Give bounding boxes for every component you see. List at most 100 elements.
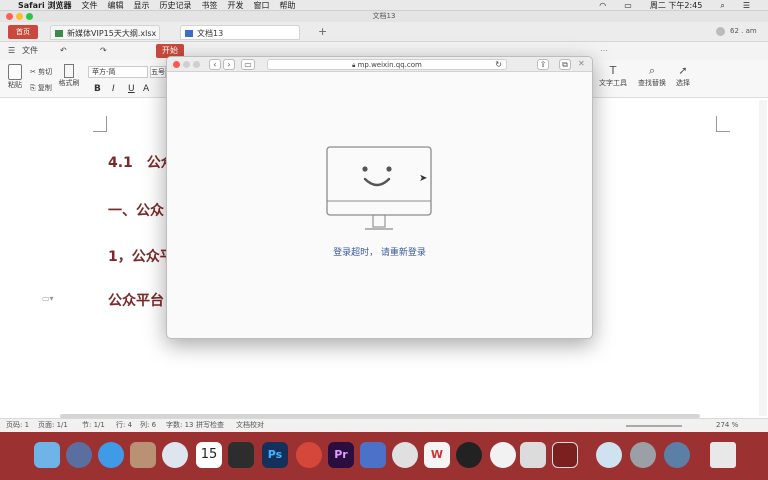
dock: 15 Ps Pr W [0, 432, 768, 480]
find-replace-label: 查找替换 [638, 79, 666, 87]
keynote-icon[interactable] [360, 442, 386, 468]
doc-heading-3[interactable]: 1，公众平 [108, 246, 174, 266]
tab-spreadsheet[interactable]: 新媒体VIP15天大纲.xlsx [50, 25, 160, 40]
menu-list-icon[interactable]: ☰ [8, 42, 15, 60]
copy-button[interactable]: ⎘ 复制 [30, 83, 52, 93]
premiere-icon[interactable]: Pr [328, 442, 354, 468]
address-url: mp.weixin.qq.com [357, 61, 422, 69]
chrome-icon[interactable] [296, 442, 322, 468]
popup-minimize-button[interactable] [183, 61, 190, 68]
share-button[interactable]: ⇪ [537, 59, 549, 70]
bold-button[interactable]: B [94, 84, 101, 94]
battery-icon[interactable]: ▭ [624, 0, 632, 11]
cut-button[interactable]: ✂ 剪切 [30, 67, 52, 77]
cut-label: 剪切 [38, 68, 53, 76]
format-painter-label: 格式刷 [58, 79, 80, 87]
window-title-bar: 文档13 [0, 11, 768, 22]
tab-document[interactable]: 文档13 [180, 25, 300, 40]
calendar-icon[interactable]: 15 [196, 442, 222, 468]
format-painter-button[interactable]: 格式刷 [56, 64, 82, 94]
text-color-button[interactable]: A [143, 84, 149, 94]
app-blue-icon[interactable] [664, 442, 690, 468]
menu-history[interactable]: 历史记录 [160, 0, 192, 11]
text-tools-button[interactable]: T 文字工具 [596, 64, 630, 94]
paste-button[interactable]: 粘贴 [4, 64, 26, 94]
wechat-icon[interactable] [490, 442, 516, 468]
spreadsheet-icon [55, 30, 63, 37]
italic-button[interactable]: I [112, 84, 115, 94]
window-min-dot[interactable] [16, 13, 23, 20]
menu-bar: Safari 浏览器 文件 编辑 显示 历史记录 书签 开发 窗口 帮助 ◠ ▭… [0, 0, 768, 11]
popup-zoom-button[interactable] [193, 61, 200, 68]
popup-close-x-icon[interactable]: ✕ [578, 59, 585, 68]
status-backup[interactable]: 文档校对 [236, 419, 264, 432]
menu-bookmarks[interactable]: 书签 [202, 0, 218, 11]
spotlight-icon[interactable]: ⌕ [720, 0, 724, 11]
address-bar[interactable]: 🔒︎ mp.weixin.qq.com ↻ [267, 59, 507, 70]
status-words: 字数: 13 [166, 421, 194, 429]
back-button[interactable]: ‹ [209, 59, 221, 70]
menu-list-icon[interactable]: ☰ [743, 0, 750, 11]
ribbon-file[interactable]: 文件 [22, 42, 38, 60]
window-max-dot[interactable] [26, 13, 33, 20]
doc-heading-4[interactable]: 公众平台 [108, 290, 164, 310]
zoom-level[interactable]: 274 % [716, 419, 738, 432]
app-teal-icon[interactable] [596, 442, 622, 468]
ribbon-more[interactable]: ⋯ [600, 42, 608, 60]
app-dots-icon[interactable] [520, 442, 546, 468]
paragraph-handle-icon[interactable]: ▭▾ [42, 294, 54, 303]
tabs-overview-button[interactable]: ⧉ [559, 59, 571, 70]
trash-icon[interactable] [710, 442, 736, 468]
sidebar-button[interactable]: ▭ [241, 59, 255, 70]
menu-file[interactable]: 文件 [82, 0, 98, 11]
undo-icon[interactable]: ↶ [60, 42, 67, 60]
document-icon [185, 30, 193, 37]
reload-icon[interactable]: ↻ [495, 60, 502, 70]
doc-heading-2[interactable]: 一、公众 [108, 200, 164, 220]
system-prefs-icon[interactable] [630, 442, 656, 468]
menu-edit[interactable]: 编辑 [108, 0, 124, 11]
menu-window[interactable]: 窗口 [254, 0, 270, 11]
doc-heading-1[interactable]: 4.1 公众 [108, 152, 175, 172]
wps-icon[interactable]: W [424, 442, 450, 468]
photo-icon[interactable] [130, 442, 156, 468]
paste-label: 粘贴 [8, 81, 22, 89]
new-tab-button[interactable]: + [318, 25, 327, 39]
book-icon[interactable] [552, 442, 578, 468]
monitor-smiley-icon [326, 146, 432, 230]
font-size-select[interactable]: 五号 [150, 66, 166, 78]
menu-help[interactable]: 帮助 [280, 0, 296, 11]
underline-button[interactable]: U [128, 84, 135, 94]
forward-button[interactable]: › [223, 59, 235, 70]
tab-document-label: 文档13 [197, 29, 224, 38]
finder-icon[interactable] [34, 442, 60, 468]
safari-icon[interactable] [162, 442, 188, 468]
avatar[interactable] [716, 27, 725, 36]
menu-develop[interactable]: 开发 [228, 0, 244, 11]
vertical-scrollbar[interactable] [759, 100, 767, 416]
select-label: 选择 [676, 79, 690, 87]
page-corner-mark-tr [716, 116, 730, 132]
app-round-icon[interactable] [392, 442, 418, 468]
status-spell[interactable]: 拼写检查 [196, 419, 224, 432]
find-replace-button[interactable]: ⌕ 查找替换 [634, 64, 670, 94]
tab-home[interactable]: 首页 [8, 25, 38, 39]
launchpad-icon[interactable] [66, 442, 92, 468]
clock[interactable]: 周二 下午2:45 [650, 0, 703, 11]
zoom-slider[interactable] [626, 425, 682, 427]
wifi-icon[interactable]: ◠ [599, 0, 606, 11]
qq-icon[interactable] [456, 442, 482, 468]
photoshop-icon[interactable]: Ps [262, 442, 288, 468]
menu-app-safari[interactable]: Safari 浏览器 [18, 0, 72, 11]
select-button[interactable]: ➚ 选择 [672, 64, 694, 94]
window-close-dot[interactable] [6, 13, 13, 20]
font-select[interactable]: 苹方-简 [88, 66, 148, 78]
user-name: 62 . am [730, 27, 757, 35]
appstore-icon[interactable] [98, 442, 124, 468]
login-timeout-message[interactable]: 登录超时， 请重新登录 [167, 245, 592, 258]
status-col: 列: 6 [140, 421, 157, 429]
app-g-icon[interactable] [228, 442, 254, 468]
popup-close-button[interactable] [173, 61, 180, 68]
menu-view[interactable]: 显示 [134, 0, 150, 11]
redo-icon[interactable]: ↷ [100, 42, 107, 60]
